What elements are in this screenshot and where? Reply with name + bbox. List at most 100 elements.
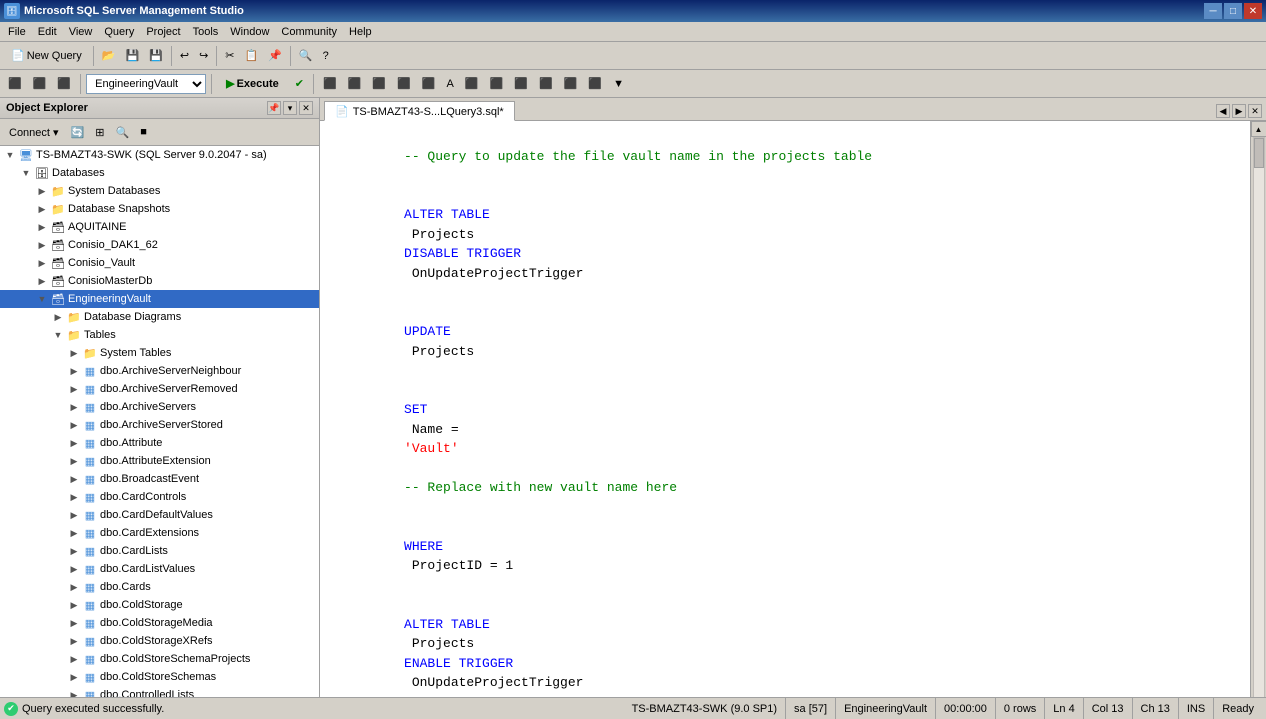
object-explorer-tree[interactable]: ▼ 🖥 TS-BMAZT43-SWK (SQL Server 9.0.2047 … xyxy=(0,146,319,697)
tree-node-server[interactable]: ▼ 🖥 TS-BMAZT43-SWK (SQL Server 9.0.2047 … xyxy=(0,146,319,164)
help-button[interactable]: ? xyxy=(319,45,333,67)
tree-node-t1[interactable]: ▶ ▦ dbo.ArchiveServerNeighbour xyxy=(0,362,319,380)
databases-icon: 🗄 xyxy=(34,165,50,181)
oe-refresh[interactable]: 🔄 xyxy=(67,121,89,143)
menu-edit[interactable]: Edit xyxy=(32,24,63,40)
redo-button[interactable]: ↪ xyxy=(195,45,212,67)
panel-pin-button[interactable]: 📌 xyxy=(267,101,281,115)
tb-k[interactable]: ⬛ xyxy=(560,73,582,95)
tree-node-conisio-dak[interactable]: ▶ 🗃 Conisio_DAK1_62 xyxy=(0,236,319,254)
tree-node-databases[interactable]: ▼ 🗄 Databases xyxy=(0,164,319,182)
tree-node-t9[interactable]: ▶ ▦ dbo.CardDefaultValues xyxy=(0,506,319,524)
tree-node-system-dbs[interactable]: ▶ 📁 System Databases xyxy=(0,182,319,200)
execute-button[interactable]: ▶ Execute xyxy=(217,74,288,93)
panel-close-button[interactable]: ✕ xyxy=(299,101,313,115)
editor-vscroll-track[interactable] xyxy=(1253,137,1265,697)
tree-node-t11[interactable]: ▶ ▦ dbo.CardLists xyxy=(0,542,319,560)
t8-icon: ▦ xyxy=(82,489,98,505)
undo-button[interactable]: ↩ xyxy=(176,45,193,67)
tb-a[interactable]: ⬛ xyxy=(319,73,341,95)
tree-node-engineering-vault[interactable]: ▼ 🗃 EngineeringVault xyxy=(0,290,319,308)
tree-node-t5[interactable]: ▶ ▦ dbo.Attribute xyxy=(0,434,319,452)
tree-node-conisio-master[interactable]: ▶ 🗃 ConisioMasterDb xyxy=(0,272,319,290)
tree-node-t15[interactable]: ▶ ▦ dbo.ColdStorageMedia xyxy=(0,614,319,632)
tree-node-t13[interactable]: ▶ ▦ dbo.Cards xyxy=(0,578,319,596)
engineering-vault-icon: 🗃 xyxy=(50,291,66,307)
toolbar-btn-3[interactable]: ⬛ xyxy=(53,73,75,95)
tree-node-t2[interactable]: ▶ ▦ dbo.ArchiveServerRemoved xyxy=(0,380,319,398)
tree-node-t7[interactable]: ▶ ▦ dbo.BroadcastEvent xyxy=(0,470,319,488)
close-button[interactable]: ✕ xyxy=(1244,3,1262,19)
tb-c[interactable]: ⬛ xyxy=(368,73,390,95)
tb-m[interactable]: ▼ xyxy=(609,73,628,95)
query-editor[interactable]: -- Query to update the file vault name i… xyxy=(320,121,1250,697)
menu-query[interactable]: Query xyxy=(98,24,140,40)
cut-button[interactable]: ✂ xyxy=(221,45,238,67)
tree-node-db-snapshots[interactable]: ▶ 📁 Database Snapshots xyxy=(0,200,319,218)
database-dropdown[interactable]: EngineeringVault xyxy=(86,74,206,94)
tb-j[interactable]: ⬛ xyxy=(535,73,557,95)
tb-f[interactable]: A xyxy=(443,73,458,95)
tree-node-t17[interactable]: ▶ ▦ dbo.ColdStoreSchemaProjects xyxy=(0,650,319,668)
menu-window[interactable]: Window xyxy=(224,24,275,40)
save-all-button[interactable]: 💾 xyxy=(145,45,167,67)
system-tables-icon: 📁 xyxy=(82,345,98,361)
check-btn[interactable]: ✔ xyxy=(291,73,308,95)
tree-node-aquitaine[interactable]: ▶ 🗃 AQUITAINE xyxy=(0,218,319,236)
editor-vscroll-up[interactable]: ▲ xyxy=(1251,121,1266,137)
save-button[interactable]: 💾 xyxy=(121,45,143,67)
tb-h[interactable]: ⬛ xyxy=(486,73,508,95)
menu-community[interactable]: Community xyxy=(275,24,343,40)
menu-help[interactable]: Help xyxy=(343,24,378,40)
conisio-vault-label: Conisio_Vault xyxy=(66,257,135,269)
tb-d[interactable]: ⬛ xyxy=(393,73,415,95)
tab-close[interactable]: ✕ xyxy=(1248,104,1262,118)
tree-node-tables[interactable]: ▼ 📁 Tables xyxy=(0,326,319,344)
tree-node-t6[interactable]: ▶ ▦ dbo.AttributeExtension xyxy=(0,452,319,470)
maximize-button[interactable]: □ xyxy=(1224,3,1242,19)
tree-node-conisio-vault[interactable]: ▶ 🗃 Conisio_Vault xyxy=(0,254,319,272)
toolbar-btn-1[interactable]: ⬛ xyxy=(4,73,26,95)
tree-node-t3[interactable]: ▶ ▦ dbo.ArchiveServers xyxy=(0,398,319,416)
tree-node-t14[interactable]: ▶ ▦ dbo.ColdStorage xyxy=(0,596,319,614)
new-query-button[interactable]: 📄 New Query xyxy=(4,46,89,65)
tree-node-t8[interactable]: ▶ ▦ dbo.CardControls xyxy=(0,488,319,506)
tb-b[interactable]: ⬛ xyxy=(344,73,366,95)
tab-nav-right[interactable]: ▶ xyxy=(1232,104,1246,118)
menu-tools[interactable]: Tools xyxy=(187,24,225,40)
tree-node-t16[interactable]: ▶ ▦ dbo.ColdStorageXRefs xyxy=(0,632,319,650)
tree-node-t12[interactable]: ▶ ▦ dbo.CardListValues xyxy=(0,560,319,578)
expander-t9: ▶ xyxy=(66,507,82,523)
minimize-button[interactable]: ─ xyxy=(1204,3,1222,19)
copy-button[interactable]: 📋 xyxy=(241,45,263,67)
tree-node-t18[interactable]: ▶ ▦ dbo.ColdStoreSchemas xyxy=(0,668,319,686)
oe-search[interactable]: 🔍 xyxy=(111,121,133,143)
tree-node-system-tables[interactable]: ▶ 📁 System Tables xyxy=(0,344,319,362)
panel-arrow-button[interactable]: ▾ xyxy=(283,101,297,115)
toolbar-btn-2[interactable]: ⬛ xyxy=(29,73,51,95)
editor-vscroll-thumb[interactable] xyxy=(1254,138,1264,168)
connect-button[interactable]: Connect ▾ xyxy=(4,123,64,142)
tb-e[interactable]: ⬛ xyxy=(418,73,440,95)
menu-project[interactable]: Project xyxy=(140,24,186,40)
open-button[interactable]: 📂 xyxy=(98,45,120,67)
oe-filter[interactable]: ⊞ xyxy=(91,121,108,143)
tree-node-t19[interactable]: ▶ ▦ dbo.ControlledLists xyxy=(0,686,319,697)
tree-node-db-diagrams[interactable]: ▶ 📁 Database Diagrams xyxy=(0,308,319,326)
db-snapshots-icon: 📁 xyxy=(50,201,66,217)
tb-g[interactable]: ⬛ xyxy=(461,73,483,95)
menu-view[interactable]: View xyxy=(63,24,99,40)
tab-nav-left[interactable]: ◀ xyxy=(1216,104,1230,118)
editor-vscrollbar[interactable]: ▲ ▼ xyxy=(1250,121,1266,697)
menu-file[interactable]: File xyxy=(2,24,32,40)
query-tab[interactable]: 📄 TS-BMAZT43-S...LQuery3.sql* xyxy=(324,101,515,121)
t13-icon: ▦ xyxy=(82,579,98,595)
oe-stop[interactable]: ■ xyxy=(136,121,151,143)
tb-i[interactable]: ⬛ xyxy=(510,73,532,95)
tb-l[interactable]: ⬛ xyxy=(584,73,606,95)
tree-node-t10[interactable]: ▶ ▦ dbo.CardExtensions xyxy=(0,524,319,542)
paste-button[interactable]: 📌 xyxy=(264,45,286,67)
tree-node-t4[interactable]: ▶ ▦ dbo.ArchiveServerStored xyxy=(0,416,319,434)
find-button[interactable]: 🔍 xyxy=(295,45,317,67)
t6-icon: ▦ xyxy=(82,453,98,469)
